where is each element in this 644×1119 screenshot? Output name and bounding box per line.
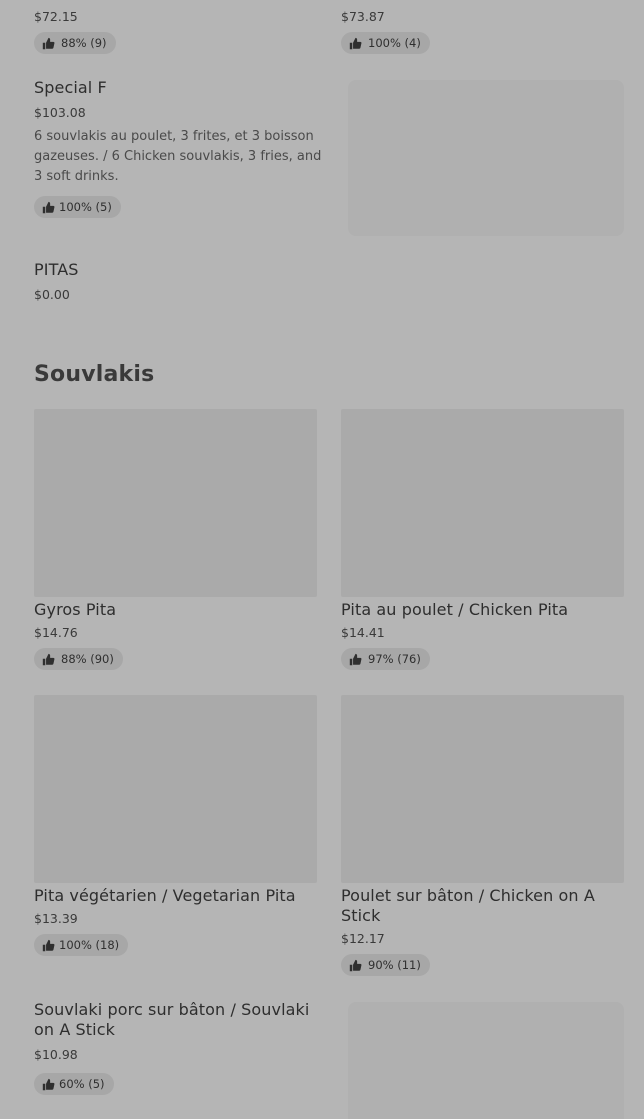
rating-text: 88% (90) [61, 652, 114, 666]
thumbs-up-icon [42, 1078, 55, 1090]
thumbs-up-icon [42, 653, 55, 665]
top-item-1-rating-badge: 88% (9) [34, 32, 116, 54]
item-price: $14.41 [341, 625, 385, 640]
item-price: $0.00 [34, 287, 70, 302]
rating-badge: 88% (90) [34, 648, 123, 670]
rating-badge: 97% (76) [341, 648, 430, 670]
menu-item-souvlaki-on-a-stick[interactable]: Souvlaki porc sur bâton / Souvlaki on A … [34, 1000, 334, 1100]
rating-text: 90% (11) [368, 958, 421, 972]
menu-item-gyros-pita[interactable]: Gyros Pita $14.76 88% (90) [34, 409, 317, 673]
menu-item-special-f[interactable]: Special F $103.08 6 souvlakis au poulet,… [34, 78, 330, 218]
item-price: $103.08 [34, 105, 86, 120]
section-title-souvlakis: Souvlakis [34, 362, 155, 387]
item-price: $14.76 [34, 625, 78, 640]
item-image [341, 695, 624, 883]
rating-text: 60% (5) [59, 1077, 105, 1091]
item-image [341, 409, 624, 597]
item-name: Poulet sur bâton / Chicken on A Stick [341, 886, 595, 925]
item-name: Souvlaki porc sur bâton / Souvlaki on A … [34, 1000, 310, 1039]
item-price: $10.98 [34, 1047, 78, 1062]
rating-text: 100% (18) [59, 938, 120, 952]
rating-badge: 100% (5) [34, 196, 121, 218]
item-price: $12.17 [341, 931, 385, 946]
thumbs-up-icon [349, 959, 362, 971]
menu-item-pitas[interactable]: PITAS $0.00 [34, 260, 314, 310]
thumbs-up-icon [349, 37, 362, 49]
menu-item-vegetarian-pita[interactable]: Pita végétarien / Vegetarian Pita $13.39… [34, 695, 317, 959]
thumbs-up-icon [42, 939, 55, 951]
item-name: Special F [34, 78, 107, 97]
item-name: Pita au poulet / Chicken Pita [341, 600, 569, 619]
rating-text: 100% (5) [59, 200, 112, 214]
rating-text: 88% (9) [61, 36, 107, 50]
top-item-1-price: $72.15 [34, 9, 78, 24]
thumbs-up-icon [349, 653, 362, 665]
item-description: 6 souvlakis au poulet, 3 frites, et 3 bo… [34, 129, 322, 184]
rating-badge: 100% (18) [34, 934, 129, 956]
item-name: PITAS [34, 260, 79, 279]
top-item-2-price: $73.87 [341, 9, 385, 24]
rating-badge: 60% (5) [34, 1073, 114, 1095]
menu-item-chicken-pita[interactable]: Pita au poulet / Chicken Pita $14.41 97%… [341, 409, 624, 673]
souvlaki-on-a-stick-image[interactable] [348, 1002, 624, 1119]
rating-badge: 90% (11) [341, 954, 430, 976]
rating-text: 97% (76) [368, 652, 421, 666]
thumbs-up-icon [42, 37, 55, 49]
item-name: Gyros Pita [34, 600, 117, 619]
item-price: $13.39 [34, 911, 78, 926]
top-item-2-rating-badge: 100% (4) [341, 32, 430, 54]
item-name: Pita végétarien / Vegetarian Pita [34, 886, 296, 905]
item-image [34, 409, 317, 597]
menu-item-chicken-on-a-stick[interactable]: Poulet sur bâton / Chicken on A Stick $1… [341, 695, 624, 979]
thumbs-up-icon [42, 201, 55, 213]
rating-text: 100% (4) [368, 36, 421, 50]
special-f-image[interactable] [348, 80, 624, 236]
item-image [34, 695, 317, 883]
